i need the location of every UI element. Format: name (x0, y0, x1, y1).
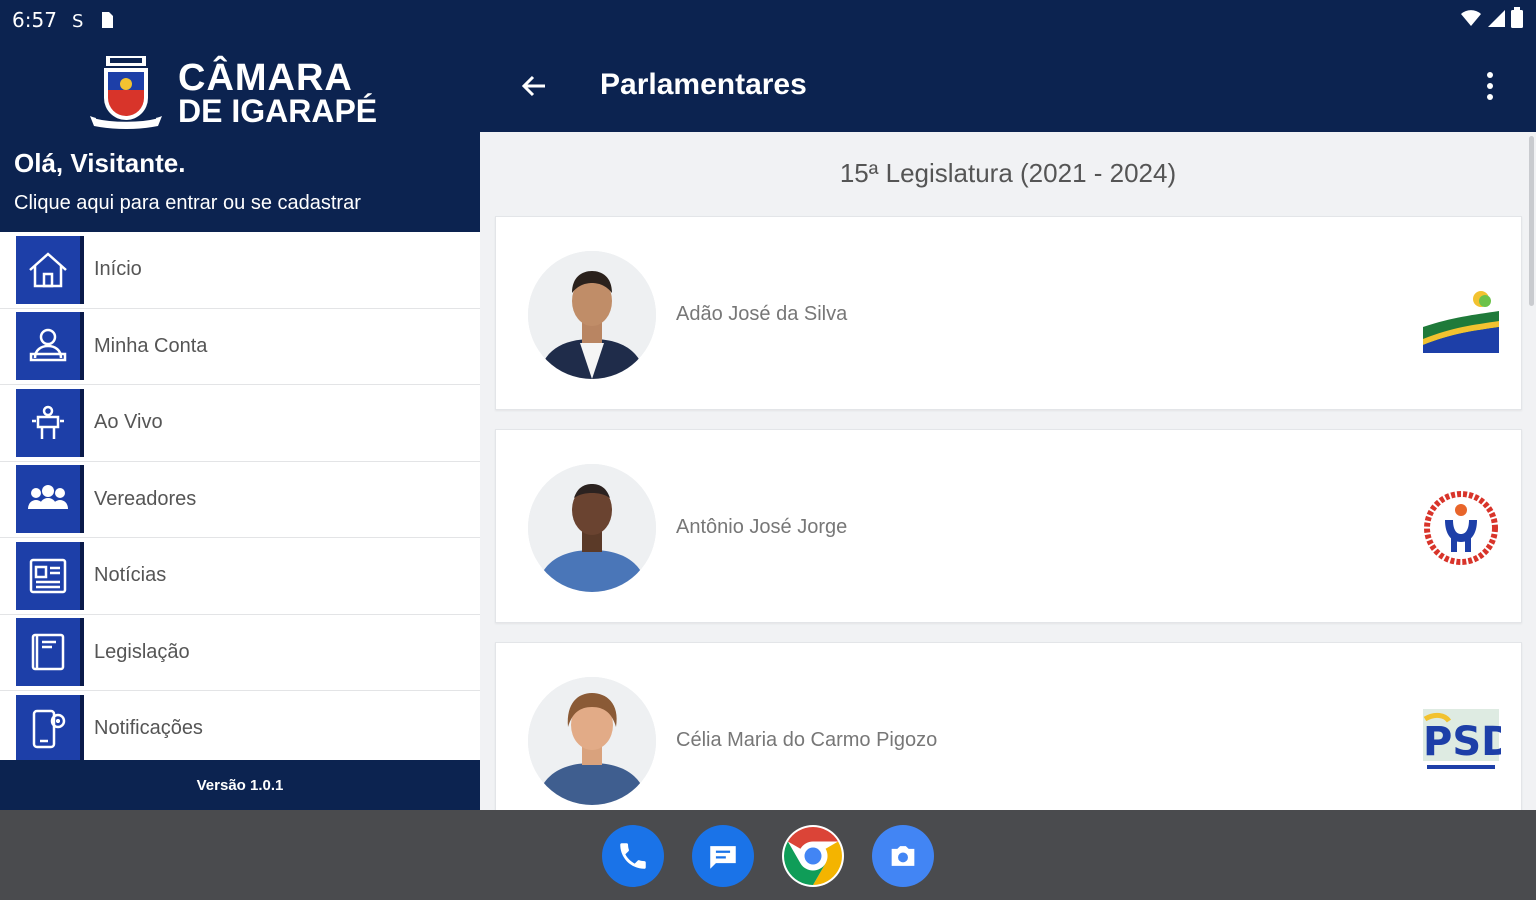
menu-item-ao-vivo[interactable]: Ao Vivo (0, 385, 480, 462)
menu-label: Início (94, 258, 142, 281)
live-icon (16, 388, 84, 457)
menu-item-notificacoes[interactable]: Notificações (0, 691, 480, 760)
parlamentar-name: Célia Maria do Carmo Pigozo (676, 729, 938, 751)
status-right (1460, 6, 1524, 34)
menu-label: Ao Vivo (94, 411, 163, 434)
taskbar (0, 810, 1536, 900)
logo-line-1: CÂMARA (178, 57, 353, 99)
menu-label: Notificações (94, 717, 203, 740)
wifi-icon (1460, 8, 1482, 33)
more-vert-icon (1487, 72, 1493, 100)
parlamentares-list[interactable]: 15ª Legislatura (2021 - 2024) Adão José … (480, 132, 1536, 810)
group-icon (16, 465, 84, 534)
camara-crest-logo (86, 54, 166, 132)
avatar (528, 251, 656, 379)
signal-icon (1486, 8, 1506, 33)
menu-item-minha-conta[interactable]: Minha Conta (0, 309, 480, 385)
logo-line-2: DE IGARAPÉ (178, 93, 378, 130)
messages-icon[interactable] (692, 825, 754, 887)
avatar (528, 464, 656, 592)
arrow-left-icon (521, 75, 545, 97)
menu-item-vereadores[interactable]: Vereadores (0, 462, 480, 538)
parlamentar-card[interactable]: Adão José da Silva (495, 216, 1522, 410)
menu-label: Notícias (94, 564, 167, 587)
drawer-menu: Início Minha Conta Ao Vivo Vereadores No… (0, 232, 480, 760)
greeting-text: Olá, Visitante. (14, 148, 186, 178)
svg-text:PSD: PSD (1423, 719, 1501, 765)
avatar (528, 677, 656, 805)
notification-icon (16, 694, 84, 760)
overflow-menu-button[interactable] (1472, 66, 1508, 106)
pp-logo (1421, 490, 1501, 566)
camera-icon[interactable] (872, 825, 934, 887)
republicanos-logo (1421, 277, 1501, 353)
news-icon (16, 541, 84, 610)
menu-label: Minha Conta (94, 334, 208, 357)
menu-label: Legislação (94, 640, 190, 663)
book-icon (16, 618, 84, 687)
app-bar: Parlamentares (480, 40, 1536, 132)
account-icon (16, 312, 84, 381)
login-link[interactable]: Clique aqui para entrar ou se cadastrar (14, 192, 361, 215)
parlamentar-name: Antônio José Jorge (676, 516, 848, 538)
home-icon (16, 235, 84, 304)
scrollbar[interactable] (1529, 136, 1534, 306)
battery-icon (1510, 6, 1524, 34)
svg-text:S: S (72, 11, 83, 30)
parlamentar-card[interactable]: Célia Maria do Carmo Pigozo PSD (495, 642, 1522, 810)
psd-logo: PSD (1421, 703, 1501, 779)
version-footer: Versão 1.0.1 (0, 760, 480, 810)
status-time: 6:57 (12, 8, 57, 32)
app-logo-title: CÂMARA DE IGARAPÉ (178, 57, 378, 130)
menu-item-legislacao[interactable]: Legislação (0, 615, 480, 691)
parlamentar-card[interactable]: Antônio José Jorge (495, 429, 1522, 623)
navigation-drawer: CÂMARA DE IGARAPÉ Olá, Visitante. Clique… (0, 40, 480, 810)
menu-label: Vereadores (94, 487, 197, 510)
page-title: Parlamentares (600, 68, 807, 101)
drawer-header[interactable]: CÂMARA DE IGARAPÉ Olá, Visitante. Clique… (0, 40, 480, 232)
legislatura-heading: 15ª Legislatura (2021 - 2024) (839, 158, 1177, 188)
parlamentar-name: Adão José da Silva (676, 303, 848, 325)
phone-icon[interactable] (602, 825, 664, 887)
sim-icon (99, 10, 115, 30)
menu-item-noticias[interactable]: Notícias (0, 538, 480, 615)
menu-item-inicio[interactable]: Início (0, 232, 480, 309)
s-icon: S (71, 10, 87, 30)
status-bar: 6:57 S (0, 0, 1536, 40)
chrome-icon[interactable] (782, 825, 844, 887)
back-button[interactable] (516, 68, 552, 104)
